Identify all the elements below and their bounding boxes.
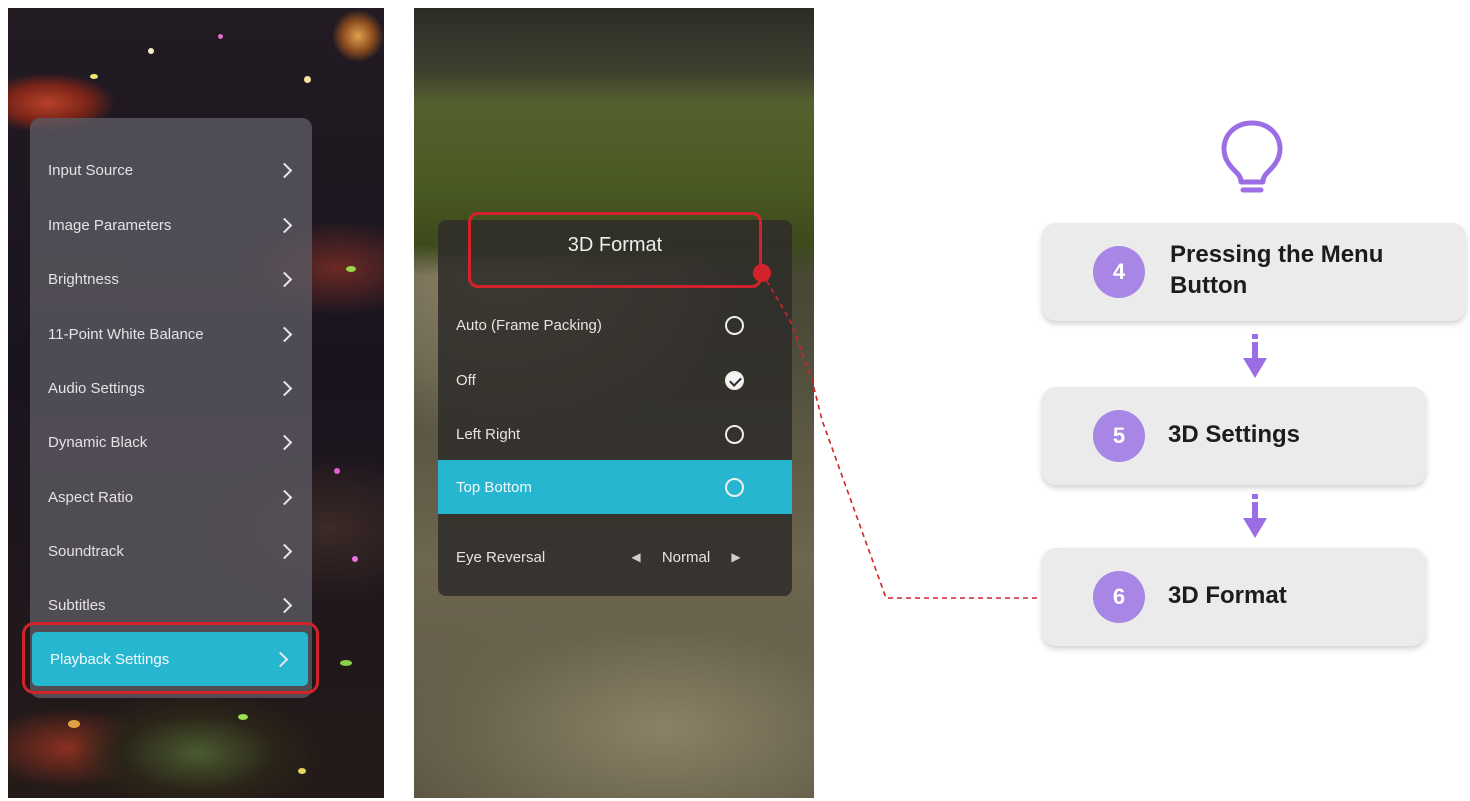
arrow-right-icon[interactable]: ▶ (726, 550, 746, 564)
step-label: Pressing the Menu Button (1170, 241, 1384, 299)
step-label: 3D Settings (1168, 421, 1301, 448)
eye-reversal-label: Eye Reversal (456, 548, 546, 566)
step-number-badge: 4 (1093, 246, 1145, 298)
arrow-down-icon (1243, 334, 1267, 378)
step-label: 3D Format (1168, 582, 1287, 609)
main-settings-menu: Input Source Image Parameters Brightness… (30, 118, 312, 698)
chevron-right-icon (276, 489, 293, 505)
background-sparkle (68, 720, 80, 728)
background-sparkle (340, 660, 352, 666)
highlight-outline (22, 622, 319, 694)
menu-item-label: Brightness (48, 270, 119, 288)
radio-checked-icon (725, 370, 744, 390)
step-card-6: 6 3D Format (1042, 548, 1426, 646)
eye-reversal-row[interactable]: Eye Reversal ◀ Normal ▶ (438, 530, 792, 584)
option-label: Top Bottom (456, 478, 532, 496)
background-sparkle (298, 768, 306, 774)
chevron-right-icon (276, 217, 293, 233)
menu-item-dynamic-black[interactable]: Dynamic Black (30, 415, 312, 469)
step-card-5: 5 3D Settings (1042, 387, 1426, 485)
step-card-4: 4 Pressing the Menu Button (1042, 223, 1466, 321)
background-sparkle (334, 468, 340, 474)
arrow-left-icon[interactable]: ◀ (626, 550, 646, 564)
chevron-right-icon (276, 380, 293, 396)
chevron-right-icon (276, 597, 293, 613)
menu-item-soundtrack[interactable]: Soundtrack (30, 524, 312, 578)
lightbulb-icon (1221, 120, 1283, 193)
menu-item-label: Subtitles (48, 596, 106, 614)
option-top-bottom[interactable]: Top Bottom (438, 460, 792, 514)
background-sparkle (90, 74, 98, 79)
menu-item-image-parameters[interactable]: Image Parameters (30, 198, 312, 252)
chevron-right-icon (276, 271, 293, 287)
background-sparkle (238, 714, 248, 720)
background-sparkle (148, 48, 154, 54)
option-label: Left Right (456, 425, 521, 443)
highlight-outline (468, 212, 762, 288)
radio-unchecked-icon (725, 424, 744, 444)
eye-reversal-value: Normal (661, 548, 711, 566)
menu-item-label: Soundtrack (48, 542, 124, 560)
tutorial-figure: Input Source Image Parameters Brightness… (0, 0, 1470, 801)
menu-item-label: 11-Point White Balance (48, 325, 204, 343)
option-label: Auto (Frame Packing) (456, 316, 602, 334)
menu-item-label: Aspect Ratio (48, 488, 134, 506)
menu-item-brightness[interactable]: Brightness (30, 252, 312, 306)
option-label: Off (456, 371, 476, 389)
3d-format-screenshot: 3D Format Auto (Frame Packing) Off Left … (414, 8, 814, 798)
step-number-badge: 5 (1093, 410, 1145, 462)
menu-item-white-balance[interactable]: 11-Point White Balance (30, 307, 312, 361)
option-auto-frame-packing[interactable]: Auto (Frame Packing) (438, 298, 792, 352)
background-sparkle (352, 556, 358, 562)
menu-item-label: Input Source (48, 161, 134, 179)
background-sparkle (218, 34, 223, 39)
main-menu-screenshot: Input Source Image Parameters Brightness… (8, 8, 384, 798)
menu-item-audio-settings[interactable]: Audio Settings (30, 361, 312, 415)
chevron-right-icon (276, 162, 293, 178)
menu-item-label: Image Parameters (48, 216, 172, 234)
option-left-right[interactable]: Left Right (438, 407, 792, 461)
chevron-right-icon (276, 326, 293, 342)
arrow-down-icon (1243, 494, 1267, 538)
menu-item-label: Audio Settings (48, 379, 145, 397)
chevron-right-icon (276, 543, 293, 559)
menu-item-input-source[interactable]: Input Source (30, 143, 312, 197)
option-off[interactable]: Off (438, 353, 792, 407)
radio-unchecked-icon (725, 477, 744, 497)
menu-item-label: Dynamic Black (48, 433, 148, 451)
radio-unchecked-icon (725, 315, 744, 335)
step-number-badge: 6 (1093, 571, 1145, 623)
background-sparkle (304, 76, 311, 83)
chevron-right-icon (276, 434, 293, 450)
menu-item-aspect-ratio[interactable]: Aspect Ratio (30, 470, 312, 524)
background-sparkle (346, 266, 356, 272)
